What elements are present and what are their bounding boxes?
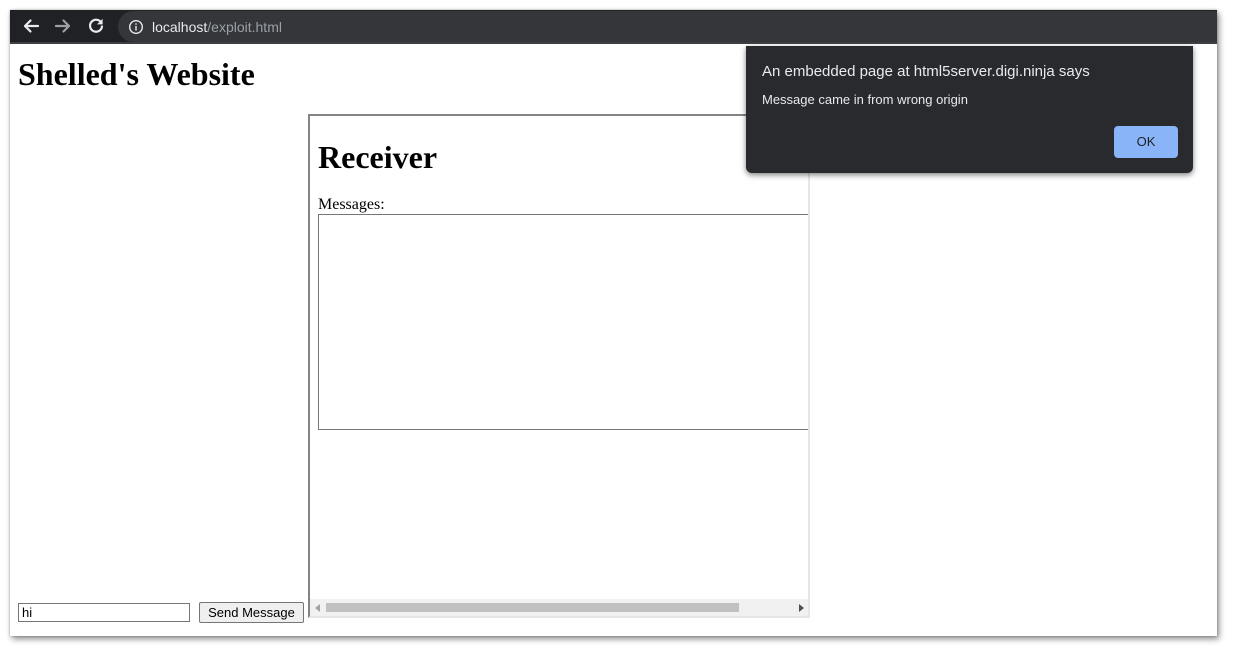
url-text[interactable]: localhost/exploit.html [152, 18, 282, 36]
reload-icon [88, 18, 104, 33]
reload-button[interactable] [84, 14, 108, 38]
forward-button[interactable] [51, 14, 75, 38]
info-icon[interactable] [128, 19, 144, 35]
dialog-title: An embedded page at html5server.digi.nin… [762, 63, 1090, 80]
scroll-left-button[interactable] [310, 599, 325, 616]
receiver-heading: Receiver [318, 139, 438, 175]
scroll-right-button[interactable] [793, 599, 808, 616]
address-bar[interactable]: localhost/exploit.html [118, 11, 1217, 42]
messages-label: Messages: [318, 196, 385, 213]
alert-dialog: An embedded page at html5server.digi.nin… [746, 46, 1193, 173]
back-button[interactable] [19, 14, 43, 38]
arrow-left-icon [23, 19, 40, 33]
messages-textarea[interactable] [318, 214, 808, 430]
ok-button[interactable]: OK [1114, 126, 1178, 158]
triangle-right-icon [798, 603, 804, 612]
send-message-button[interactable]: Send Message [199, 602, 304, 623]
scrollbar-thumb[interactable] [326, 603, 739, 612]
url-host: localhost [152, 19, 208, 35]
url-path: /exploit.html [207, 19, 282, 35]
receiver-iframe: Receiver Messages: [308, 114, 810, 618]
triangle-left-icon [314, 603, 320, 612]
horizontal-scrollbar[interactable] [310, 599, 808, 616]
page-title: Shelled's Website [18, 56, 255, 92]
browser-toolbar: localhost/exploit.html [10, 10, 1217, 44]
dialog-message: Message came in from wrong origin [762, 92, 968, 107]
browser-window: localhost/exploit.html Shelled's Website… [10, 10, 1217, 636]
message-input[interactable] [18, 603, 190, 622]
arrow-right-icon [54, 19, 71, 33]
